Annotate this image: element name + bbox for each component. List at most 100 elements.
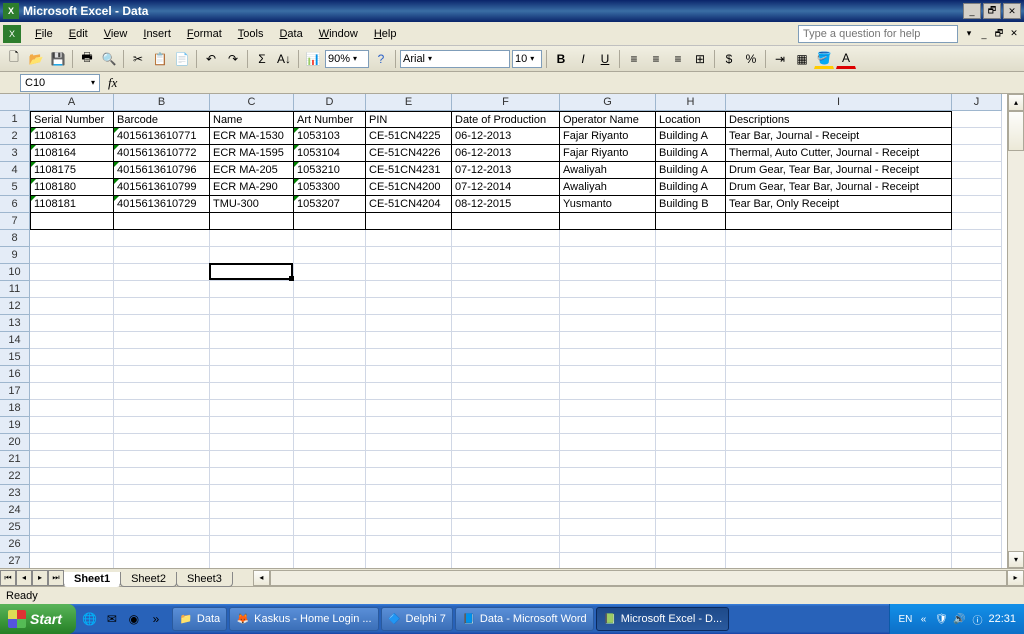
cell-G21[interactable] bbox=[560, 451, 656, 468]
cell-I22[interactable] bbox=[726, 468, 952, 485]
cell-F17[interactable] bbox=[452, 383, 560, 400]
cell-B1[interactable]: Barcode bbox=[114, 111, 210, 128]
cell-E12[interactable] bbox=[366, 298, 452, 315]
cell-I1[interactable]: Descriptions bbox=[726, 111, 952, 128]
open-button[interactable]: 📂 bbox=[26, 49, 46, 69]
cell-B20[interactable] bbox=[114, 434, 210, 451]
cell-A8[interactable] bbox=[30, 230, 114, 247]
cell-B19[interactable] bbox=[114, 417, 210, 434]
tab-last-button[interactable]: ⏭ bbox=[48, 570, 64, 586]
cell-G10[interactable] bbox=[560, 264, 656, 281]
cell-F21[interactable] bbox=[452, 451, 560, 468]
cell-C11[interactable] bbox=[210, 281, 294, 298]
cell-E21[interactable] bbox=[366, 451, 452, 468]
cell-I16[interactable] bbox=[726, 366, 952, 383]
col-header-D[interactable]: D bbox=[294, 94, 366, 110]
cell-B21[interactable] bbox=[114, 451, 210, 468]
start-button[interactable]: Start bbox=[0, 604, 76, 634]
sheet-tab-sheet3[interactable]: Sheet3 bbox=[176, 572, 233, 587]
cell-H15[interactable] bbox=[656, 349, 726, 366]
cell-I24[interactable] bbox=[726, 502, 952, 519]
cell-C10[interactable] bbox=[210, 264, 294, 281]
lang-indicator[interactable]: EN bbox=[898, 612, 912, 626]
row-header-6[interactable]: 6 bbox=[0, 196, 29, 213]
cell-C22[interactable] bbox=[210, 468, 294, 485]
cell-C6[interactable]: TMU-300 bbox=[210, 196, 294, 213]
menu-file[interactable]: File bbox=[27, 25, 61, 43]
cell-I10[interactable] bbox=[726, 264, 952, 281]
undo-button[interactable]: ↶ bbox=[201, 49, 221, 69]
sort-button[interactable]: A↓ bbox=[274, 49, 294, 69]
cell-H13[interactable] bbox=[656, 315, 726, 332]
cell-I26[interactable] bbox=[726, 536, 952, 553]
cell-J6[interactable] bbox=[952, 196, 1002, 213]
cell-J26[interactable] bbox=[952, 536, 1002, 553]
cell-J7[interactable] bbox=[952, 213, 1002, 230]
fill-color-button[interactable]: 🪣 bbox=[814, 49, 834, 69]
cell-H20[interactable] bbox=[656, 434, 726, 451]
cell-F15[interactable] bbox=[452, 349, 560, 366]
cell-H8[interactable] bbox=[656, 230, 726, 247]
col-header-G[interactable]: G bbox=[560, 94, 656, 110]
tab-prev-button[interactable]: ◂ bbox=[16, 570, 32, 586]
cell-C26[interactable] bbox=[210, 536, 294, 553]
cell-A22[interactable] bbox=[30, 468, 114, 485]
cell-I11[interactable] bbox=[726, 281, 952, 298]
cell-I5[interactable]: Drum Gear, Tear Bar, Journal - Receipt bbox=[726, 179, 952, 196]
cell-C14[interactable] bbox=[210, 332, 294, 349]
cell-J11[interactable] bbox=[952, 281, 1002, 298]
horizontal-scrollbar[interactable]: ◂ ▸ bbox=[253, 570, 1024, 586]
cell-E4[interactable]: CE-51CN4231 bbox=[366, 162, 452, 179]
cell-G25[interactable] bbox=[560, 519, 656, 536]
cell-J14[interactable] bbox=[952, 332, 1002, 349]
cell-I13[interactable] bbox=[726, 315, 952, 332]
cell-H2[interactable]: Building A bbox=[656, 128, 726, 145]
cell-C17[interactable] bbox=[210, 383, 294, 400]
cell-E10[interactable] bbox=[366, 264, 452, 281]
col-header-F[interactable]: F bbox=[452, 94, 560, 110]
autosum-button[interactable]: Σ bbox=[252, 49, 272, 69]
cell-G24[interactable] bbox=[560, 502, 656, 519]
borders-button[interactable]: ▦ bbox=[792, 49, 812, 69]
cell-J12[interactable] bbox=[952, 298, 1002, 315]
cell-C27[interactable] bbox=[210, 553, 294, 568]
cell-B17[interactable] bbox=[114, 383, 210, 400]
cell-C12[interactable] bbox=[210, 298, 294, 315]
cell-G16[interactable] bbox=[560, 366, 656, 383]
tab-first-button[interactable]: ⏮ bbox=[0, 570, 16, 586]
cell-B8[interactable] bbox=[114, 230, 210, 247]
cell-B24[interactable] bbox=[114, 502, 210, 519]
cell-C4[interactable]: ECR MA-205 bbox=[210, 162, 294, 179]
cell-A10[interactable] bbox=[30, 264, 114, 281]
cell-D9[interactable] bbox=[294, 247, 366, 264]
minimize-button[interactable]: _ bbox=[963, 3, 981, 19]
cell-C23[interactable] bbox=[210, 485, 294, 502]
cell-A3[interactable]: 1108164 bbox=[30, 145, 114, 162]
cell-G18[interactable] bbox=[560, 400, 656, 417]
row-header-21[interactable]: 21 bbox=[0, 451, 29, 468]
cell-I17[interactable] bbox=[726, 383, 952, 400]
scroll-right-button[interactable]: ▸ bbox=[1007, 570, 1024, 586]
italic-button[interactable]: I bbox=[573, 49, 593, 69]
col-header-H[interactable]: H bbox=[656, 94, 726, 110]
cell-D19[interactable] bbox=[294, 417, 366, 434]
cell-E14[interactable] bbox=[366, 332, 452, 349]
cell-D21[interactable] bbox=[294, 451, 366, 468]
cell-F16[interactable] bbox=[452, 366, 560, 383]
cell-C7[interactable] bbox=[210, 213, 294, 230]
col-header-J[interactable]: J bbox=[952, 94, 1002, 110]
indent-button[interactable]: ⇥ bbox=[770, 49, 790, 69]
taskbar-item[interactable]: 🦊Kaskus - Home Login ... bbox=[229, 607, 378, 631]
cell-E27[interactable] bbox=[366, 553, 452, 568]
cell-F4[interactable]: 07-12-2013 bbox=[452, 162, 560, 179]
cell-D11[interactable] bbox=[294, 281, 366, 298]
cell-I21[interactable] bbox=[726, 451, 952, 468]
underline-button[interactable]: U bbox=[595, 49, 615, 69]
chart-button[interactable]: 📊 bbox=[303, 49, 323, 69]
cell-I8[interactable] bbox=[726, 230, 952, 247]
cell-A11[interactable] bbox=[30, 281, 114, 298]
cell-D20[interactable] bbox=[294, 434, 366, 451]
cell-D25[interactable] bbox=[294, 519, 366, 536]
cells-area[interactable]: Serial NumberBarcodeNameArt NumberPINDat… bbox=[30, 111, 1007, 568]
cell-B3[interactable]: 4015613610772 bbox=[114, 145, 210, 162]
